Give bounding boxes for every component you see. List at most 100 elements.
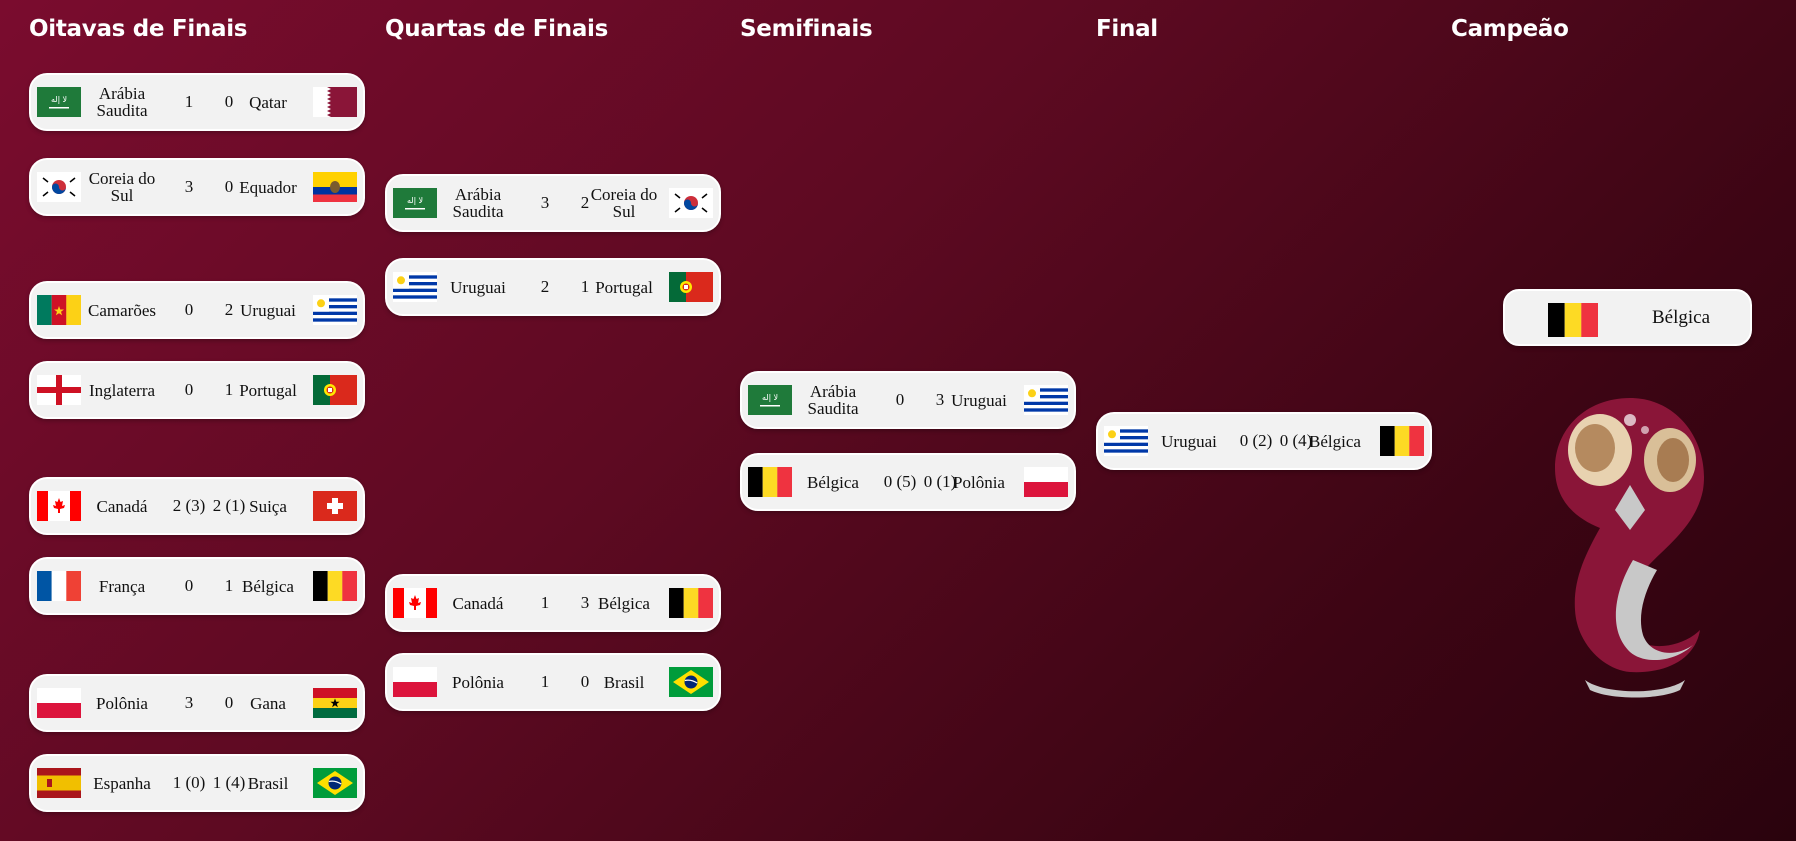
match-card: Inglaterra 0 1 Portugal [29, 361, 365, 419]
round-title-round-of-16: Oitavas de Finais [29, 16, 248, 42]
match-card: Uruguai 2 1 Portugal [385, 258, 721, 316]
away-team-name: Bélgica [1309, 431, 1361, 451]
home-team-name: Uruguai [450, 277, 506, 297]
away-team-name: Portugal [239, 380, 297, 400]
home-score: 0 [184, 300, 194, 319]
home-score: 0 [184, 576, 194, 595]
qatar-flag-icon [313, 87, 357, 117]
home-score: 3 [540, 193, 550, 212]
match-card: Polônia 3 0 Gana [29, 674, 365, 732]
belgium-flag-icon [1380, 426, 1424, 456]
match-card: França 0 1 Bélgica [29, 557, 365, 615]
match-card: Uruguai 0 (2) 0 (4) Bélgica [1096, 412, 1432, 470]
home-score: 1 (0) [172, 773, 206, 792]
match-card: Coreia do Sul 3 0 Equador [29, 158, 365, 216]
home-score: 1 [540, 593, 550, 612]
south-korea-flag-icon [669, 188, 713, 218]
away-team-name: Uruguai [240, 300, 296, 320]
svg-text:ﻻ ﺇﻟﻪ: ﻻ ﺇﻟﻪ [407, 196, 423, 206]
home-score: 0 [184, 380, 194, 399]
home-team-name: Inglaterra [88, 380, 156, 400]
ecuador-flag-icon [313, 172, 357, 202]
world-cup-trophy-emblem-icon [1545, 390, 1715, 700]
ghana-flag-icon [313, 688, 357, 718]
round-title-quarterfinals: Quartas de Finais [385, 16, 609, 42]
svg-text:ﻻ ﺇﻟﻪ: ﻻ ﺇﻟﻪ [51, 95, 67, 105]
home-score: 2 (3) [172, 496, 206, 515]
england-flag-icon [37, 375, 81, 405]
uruguay-flag-icon [1104, 426, 1148, 456]
champion-card: Bélgica [1503, 289, 1752, 346]
match-card: ﻻ ﺇﻟﻪ Arábia Saudita 3 2 Coreia do Sul [385, 174, 721, 232]
brazil-flag-icon [669, 667, 713, 697]
south-korea-flag-icon [37, 172, 81, 202]
home-score: 1 [184, 92, 194, 111]
home-team-name: Arábia Saudita [807, 382, 859, 418]
svg-text:ﻻ ﺇﻟﻪ: ﻻ ﺇﻟﻪ [762, 393, 778, 403]
champion-flag-icon [1548, 303, 1598, 337]
away-team-name: Coreia do Sul [590, 185, 658, 221]
home-score: 2 [540, 277, 550, 296]
match-card: Polônia 1 0 Brasil [385, 653, 721, 711]
away-team-name: Bélgica [598, 593, 650, 613]
belgium-flag-icon [313, 571, 357, 601]
uruguay-flag-icon [313, 295, 357, 325]
portugal-flag-icon [669, 272, 713, 302]
portugal-flag-icon [313, 375, 357, 405]
saudi-arabia-flag-icon: ﻻ ﺇﻟﻪ [748, 385, 792, 415]
home-score: 0 (2) [1239, 431, 1273, 450]
saudi-arabia-flag-icon: ﻻ ﺇﻟﻪ [37, 87, 81, 117]
away-team-name: Brasil [603, 672, 645, 692]
home-team-name: Canadá [96, 496, 148, 516]
round-title-semifinals: Semifinais [740, 16, 873, 42]
france-flag-icon [37, 571, 81, 601]
home-team-name: Uruguai [1161, 431, 1217, 451]
uruguay-flag-icon [1024, 385, 1068, 415]
poland-flag-icon [1024, 467, 1068, 497]
belgium-flag-icon [748, 467, 792, 497]
cameroon-flag-icon [37, 295, 81, 325]
home-score: 3 [184, 177, 194, 196]
away-team-name: Polônia [953, 472, 1005, 492]
home-team-name: Bélgica [807, 472, 859, 492]
round-title-final: Final [1096, 16, 1158, 42]
home-score: 1 [540, 672, 550, 691]
match-card: Canadá 1 3 Bélgica [385, 574, 721, 632]
away-team-name: Uruguai [951, 390, 1007, 410]
away-team-name: Equador [239, 177, 297, 197]
saudi-arabia-flag-icon: ﻻ ﺇﻟﻪ [393, 188, 437, 218]
canada-flag-icon [393, 588, 437, 618]
uruguay-flag-icon [393, 272, 437, 302]
poland-flag-icon [37, 688, 81, 718]
match-card: Canadá 2 (3) 2 (1) Suiça [29, 477, 365, 535]
switzerland-flag-icon [313, 491, 357, 521]
away-team-name: Qatar [249, 92, 287, 112]
home-team-name: França [98, 576, 146, 596]
champion-name: Bélgica [1651, 306, 1710, 328]
away-team-name: Brasil [247, 773, 289, 793]
home-score: 0 [895, 390, 905, 409]
home-team-name: Arábia Saudita [96, 84, 148, 120]
match-card: Espanha 1 (0) 1 (4) Brasil [29, 754, 365, 812]
home-score: 3 [184, 693, 194, 712]
home-team-name: Arábia Saudita [452, 185, 504, 221]
home-team-name: Canadá [452, 593, 504, 613]
poland-flag-icon [393, 667, 437, 697]
away-team-name: Portugal [595, 277, 653, 297]
match-card: ﻻ ﺇﻟﻪ Arábia Saudita 0 3 Uruguai [740, 371, 1076, 429]
match-card: ﻻ ﺇﻟﻪ Arábia Saudita 1 0 Qatar [29, 73, 365, 131]
match-card: Camarões 0 2 Uruguai [29, 281, 365, 339]
home-team-name: Polônia [452, 672, 504, 692]
home-team-name: Camarões [88, 300, 156, 320]
home-team-name: Polônia [96, 693, 148, 713]
canada-flag-icon [37, 491, 81, 521]
away-team-name: Gana [250, 693, 286, 713]
belgium-flag-icon [669, 588, 713, 618]
home-score: 0 (5) [883, 472, 917, 491]
spain-flag-icon [37, 768, 81, 798]
round-title-champion: Campeão [1451, 16, 1569, 42]
home-team-name: Coreia do Sul [88, 169, 156, 205]
brazil-flag-icon [313, 768, 357, 798]
home-team-name: Espanha [93, 773, 151, 793]
match-card: Bélgica 0 (5) 0 (1) Polônia [740, 453, 1076, 511]
